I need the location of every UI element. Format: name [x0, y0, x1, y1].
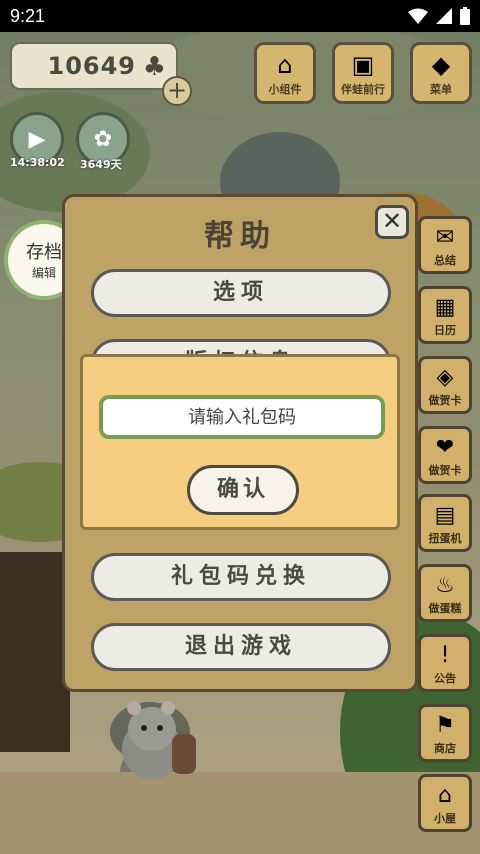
card-button[interactable]: ◈ 做贺卡	[418, 356, 472, 414]
menu-icon: ◆	[431, 51, 451, 79]
shop-button[interactable]: ⚑ 商店	[418, 704, 472, 762]
frog-journey-icon: ▣	[351, 51, 375, 79]
calendar-button[interactable]: ▦ 日历	[418, 286, 472, 344]
gift-code-dialog: 确认	[80, 354, 400, 530]
cake-button[interactable]: ♨ 做蛋糕	[418, 564, 472, 622]
tv-icon: ▶	[28, 127, 46, 152]
coin-count: 10649	[47, 52, 136, 80]
timer-label: 14:38:02	[10, 156, 65, 169]
calendar-icon: ▦	[434, 295, 456, 320]
add-coins-button[interactable]: +	[162, 76, 192, 106]
clover-icon: ♣	[142, 52, 166, 82]
close-button[interactable]: ✕	[375, 205, 409, 239]
card-icon: ◈	[436, 365, 454, 390]
frog-journey-button[interactable]: ▣ 伴蛙前行	[332, 42, 394, 104]
card-button-2[interactable]: ❤ 做贺卡	[418, 426, 472, 484]
widget-icon: ⌂	[277, 51, 293, 79]
capsule-machine-button[interactable]: ▤ 扭蛋机	[418, 494, 472, 552]
house-button[interactable]: ⌂ 小屋	[418, 774, 472, 832]
status-bar: 9:21	[0, 0, 480, 32]
exit-game-button[interactable]: 退出游戏	[91, 623, 391, 671]
notice-button[interactable]: ! 公告	[418, 634, 472, 692]
notice-icon: !	[440, 643, 450, 668]
battery-icon	[460, 7, 470, 25]
status-time: 9:21	[10, 6, 46, 26]
hamster-character	[122, 701, 196, 779]
help-title: 帮助	[204, 219, 276, 254]
game-scene: 10649 ♣ + ⌂ 小组件 ▣ 伴蛙前行 ◆ 菜单 ▶ 14:38:02 ✿…	[0, 32, 480, 854]
summary-button[interactable]: ✉ 总结	[418, 216, 472, 274]
gift-code-input[interactable]	[99, 395, 385, 439]
coin-counter: 10649 ♣	[10, 42, 178, 90]
cake-icon: ♨	[435, 573, 455, 598]
widget-button[interactable]: ⌂ 小组件	[254, 42, 316, 104]
days-label: 3649天	[80, 158, 122, 171]
wifi-icon	[408, 8, 428, 24]
gift-code-button[interactable]: 礼包码兑换	[91, 553, 391, 601]
shop-icon: ⚑	[435, 713, 455, 738]
house-icon: ⌂	[438, 783, 452, 808]
card2-icon: ❤	[435, 435, 455, 460]
envelope-icon: ✉	[435, 225, 455, 250]
signal-icon	[436, 8, 452, 24]
confirm-button[interactable]: 确认	[187, 465, 299, 515]
wreath-icon: ✿	[93, 127, 113, 152]
options-button[interactable]: 选项	[91, 269, 391, 317]
menu-button[interactable]: ◆ 菜单	[410, 42, 472, 104]
capsule-machine-icon: ▤	[434, 503, 456, 528]
